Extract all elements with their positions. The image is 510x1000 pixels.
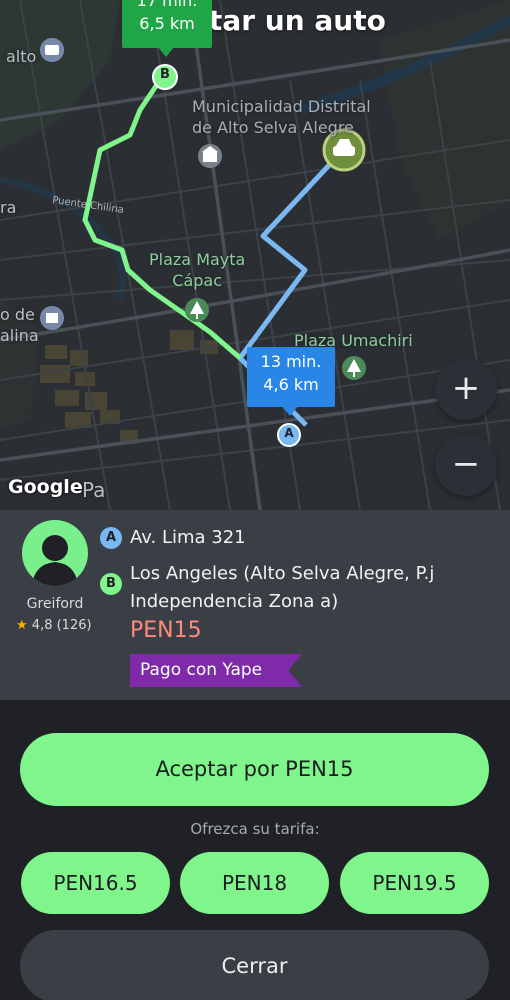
fare-option-button[interactable]: PEN19.5 <box>340 852 489 914</box>
landmark-poi-icon <box>40 306 64 330</box>
map-label-pa: Pa <box>82 478 106 502</box>
destination-badge: B <box>100 573 122 595</box>
pickup-badge: A <box>100 527 122 549</box>
map-label-o-de: o de alina <box>0 305 39 345</box>
star-icon: ★ <box>16 618 28 633</box>
accept-button[interactable]: Aceptar por PEN15 <box>20 733 489 806</box>
museum-poi-icon <box>198 144 222 168</box>
pickup-address: Av. Lima 321 <box>130 527 246 548</box>
destination-address-line1: Los Angeles (Alto Selva Alegre, P.j <box>130 563 435 584</box>
avatar <box>22 520 88 586</box>
destination-route-time: 17 min. <box>136 0 198 10</box>
fare-option-button[interactable]: PEN18 <box>180 852 329 914</box>
fare-option-button[interactable]: PEN16.5 <box>21 852 170 914</box>
person-silhouette-icon <box>32 535 78 586</box>
trip-price: PEN15 <box>130 618 202 643</box>
trip-info-panel: Greiford ★ 4,8 (126) A Av. Lima 321 B Lo… <box>0 510 510 700</box>
driver-name: Greiford <box>26 596 84 612</box>
pickup-route-time: 13 min. <box>260 352 322 371</box>
destination-route-distance: 6,5 km <box>139 14 195 33</box>
page-title: Solicitar un auto <box>124 4 386 37</box>
map-label-plaza-mayta: Plaza Mayta Cápac <box>149 250 246 290</box>
action-panel: Aceptar por PEN15 Ofrezca su tarifa: PEN… <box>0 700 510 1000</box>
payment-tag: Pago con Yape <box>130 654 302 687</box>
map-view[interactable]: alto ra o de alina Municipalidad Distrit… <box>0 0 510 510</box>
tree-poi-icon-2 <box>342 356 366 380</box>
zoom-out-button[interactable]: − <box>435 434 497 496</box>
map-label-alto: alto <box>6 47 37 66</box>
close-button[interactable]: Cerrar <box>20 930 489 1000</box>
zoom-in-button[interactable]: + <box>435 358 497 420</box>
pickup-route-distance: 4,6 km <box>263 375 319 394</box>
map-base <box>0 0 510 510</box>
marker-a-label: A <box>284 426 294 440</box>
marker-b-label: B <box>160 67 170 82</box>
driver-rating: ★ 4,8 (126) <box>16 618 92 633</box>
app-screen: alto ra o de alina Municipalidad Distrit… <box>0 0 510 1000</box>
camera-poi-icon <box>40 38 65 62</box>
map-label-municipalidad: Municipalidad Distrital de Alto Selva Al… <box>192 97 371 137</box>
pickup-route-bubble: 13 min. 4,6 km <box>247 347 335 407</box>
destination-address-line2: Independencia Zona a) <box>130 591 339 612</box>
offer-fare-label: Ofrezca su tarifa: <box>190 820 320 838</box>
tree-poi-icon-1 <box>185 298 209 322</box>
destination-route-bubble: 17 min. 6,5 km <box>122 0 212 48</box>
map-label-ra: ra <box>0 198 17 217</box>
google-attribution: Google <box>8 476 83 498</box>
driver-rating-value: 4,8 (126) <box>31 618 92 633</box>
